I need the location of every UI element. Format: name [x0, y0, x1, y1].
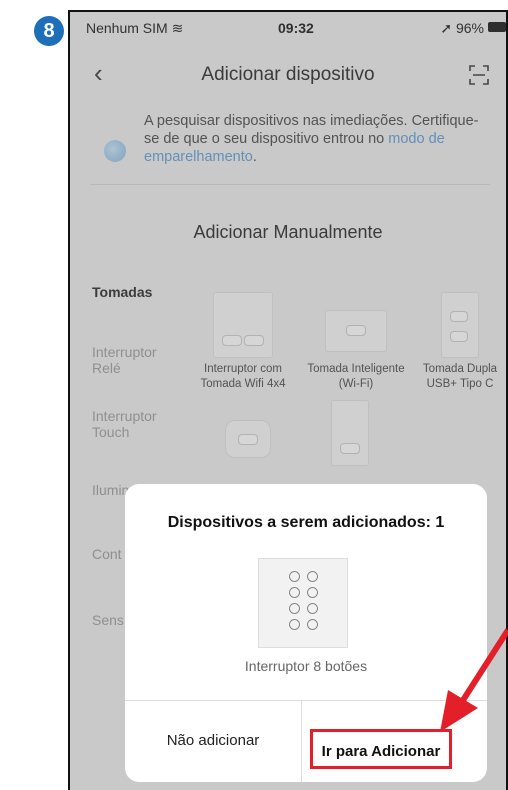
highlight-arrow-icon: [440, 628, 508, 732]
